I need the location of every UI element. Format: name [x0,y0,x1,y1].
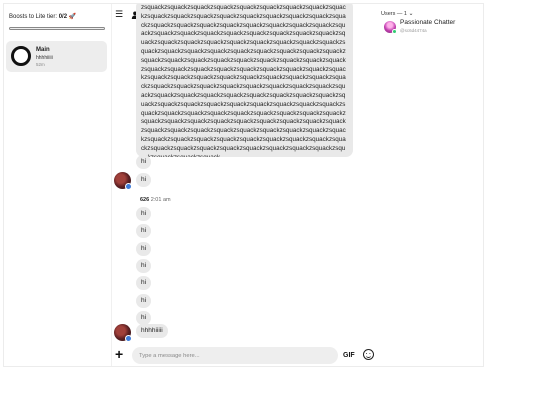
room-avatar [11,46,31,66]
user-avatar[interactable] [114,172,132,190]
chat-app: Boosts to Lite tier: 0/2 🚀 Main hhhhiiii… [3,3,484,367]
room-last-message: hhhhiiiii [36,55,53,61]
message-bubble: hi [136,294,152,308]
users-header-label: Users — 1 [381,11,407,17]
room-timestamp: 52m [36,62,45,67]
user-list-name[interactable]: Passionate Chatter [400,19,455,26]
room-name: Main [36,47,50,53]
message-bubble: hi [136,224,152,238]
message-bubble: hi [136,173,152,187]
message-time: 2:01 am [150,197,171,203]
boosts-status: Boosts to Lite tier: 0/2 🚀 [9,13,76,20]
message-bubble: hhhhiiiii [136,324,168,338]
message-meta: 626 2:01 am [140,197,171,203]
message-bubble: hi [136,259,152,273]
message-list[interactable]: zsquackzsquackzsquackzsquackzsquackzsqua… [112,4,378,344]
users-dropdown[interactable]: Users — 1 ⌄ [381,10,414,17]
message-input[interactable] [132,347,338,364]
user-avatar[interactable] [114,324,132,342]
rooms-sidebar: Boosts to Lite tier: 0/2 🚀 Main hhhhiiii… [4,4,112,366]
user-list-handle: @sc6d4474a [400,28,427,33]
message-composer: + GIF [112,344,378,368]
message-bubble: hi [136,311,152,325]
user-list-avatar[interactable] [384,21,397,34]
message-bubble: hi [136,207,152,221]
rocket-icon: 🚀 [68,14,77,20]
avatar-badge [125,335,132,342]
avatar-badge [125,183,132,190]
message-author[interactable]: 626 [140,197,149,203]
boosts-progress-bar [9,27,105,30]
emoji-icon[interactable] [363,349,374,360]
chevron-down-icon: ⌄ [408,11,414,17]
boosts-label: Boosts to Lite tier: [9,14,59,20]
gif-button[interactable]: GIF [343,352,355,359]
boosts-count: 0/2 [58,14,68,20]
message-bubble: hi [136,155,152,169]
room-item-main[interactable]: Main hhhhiiiii 52m [6,41,107,72]
users-panel: Users — 1 ⌄ Passionate Chatter @sc6d4474… [378,4,484,366]
message-bubble: hi [136,242,152,256]
online-status-dot [392,29,397,34]
message-bubble: hi [136,276,152,290]
plus-icon[interactable]: + [115,347,123,361]
message-bubble: zsquackzsquackzsquackzsquackzsquackzsqua… [136,4,353,157]
